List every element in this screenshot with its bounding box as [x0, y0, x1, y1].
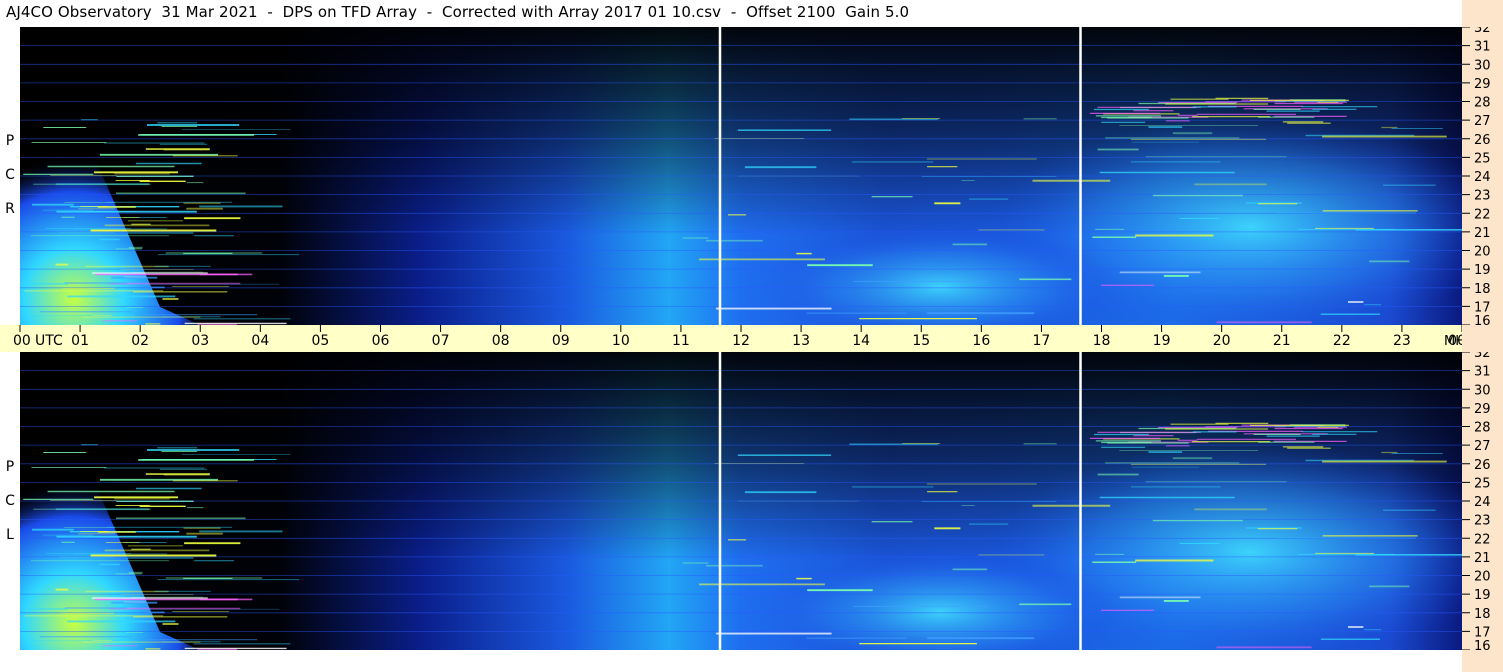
frequency-tick-label: 18: [1474, 282, 1491, 297]
frequency-tick-label: 19: [1474, 588, 1491, 603]
frequency-tick-label: 18: [1474, 607, 1491, 622]
frequency-tick-label: 26: [1474, 458, 1491, 473]
time-tick-label: 03: [191, 333, 209, 349]
time-tick-label: 14: [852, 333, 870, 349]
frequency-tick-label: 16: [1474, 314, 1491, 325]
frequency-tick-label: 25: [1474, 151, 1491, 166]
time-tick-label: 17: [1033, 333, 1051, 349]
frequency-tick-label: 20: [1474, 245, 1491, 260]
time-tick-label: 02: [131, 333, 149, 349]
frequency-tick-label: 22: [1474, 532, 1491, 547]
frequency-tick-label: 29: [1474, 402, 1491, 417]
panel-label-letter: L: [6, 527, 14, 543]
time-tick-label: 05: [312, 333, 330, 349]
frequency-tick-label: 21: [1474, 226, 1491, 241]
frequency-tick-label: 22: [1474, 207, 1491, 222]
panel-label-letter: P: [5, 459, 15, 475]
time-tick-label: 20: [1213, 333, 1231, 349]
frequency-tick-label: 29: [1474, 77, 1491, 92]
frequency-tick-label: 31: [1474, 40, 1491, 55]
panel-label-letter: R: [5, 201, 15, 217]
utc-label: UTC: [35, 333, 63, 349]
time-tick-label: 04: [251, 333, 269, 349]
panel-label-letter: C: [5, 167, 15, 183]
rcp-spectrogram-svg: [20, 27, 1462, 325]
time-tick-label: 15: [912, 333, 930, 349]
frequency-tick-label: 30: [1474, 58, 1491, 73]
frequency-tick-label: 24: [1474, 170, 1491, 185]
time-tick-label: 07: [432, 333, 450, 349]
time-tick-label: 00: [13, 333, 31, 349]
frequency-tick-label: 23: [1474, 514, 1491, 529]
time-tick-label: 11: [672, 333, 690, 349]
utc-time-axis-svg: UTC 00 01 02 03 04 05 06 07 08 09 10 11 12 13 14 15 16 17…: [13, 325, 1472, 349]
panel-label-letter: C: [5, 493, 15, 509]
time-tick-label: 13: [792, 333, 810, 349]
panel-label-letter: P: [5, 133, 15, 149]
frequency-tick-label: 20: [1474, 570, 1491, 585]
time-tick-label: 09: [552, 333, 570, 349]
rcp-frequency-axis: 1617 18 19 20 21 22 23 24 25 26 27 28 29 30 31 32: [1462, 27, 1491, 325]
frequency-tick-label: 32: [1474, 27, 1491, 36]
frequency-tick-label: 19: [1474, 263, 1491, 278]
time-tick-label: 08: [492, 333, 510, 349]
time-tick-label: 01: [71, 333, 89, 349]
rcp-spectrogram: [20, 27, 1462, 325]
time-tick-label: 12: [732, 333, 750, 349]
time-tick-label: 18: [1093, 333, 1111, 349]
time-tick-label: 10: [612, 333, 630, 349]
frequency-tick-label: 17: [1474, 625, 1491, 640]
time-tick-label: 16: [972, 333, 990, 349]
frequency-tick-label: 26: [1474, 133, 1491, 148]
utc-time-axis: UTC 00 01 02 03 04 05 06 07 08 09 10 11 12 13 14 15 16 17…: [0, 325, 1472, 352]
chart-title: AJ4CO Observatory 31 Mar 2021 - DPS on T…: [6, 3, 910, 21]
time-tick-label: 19: [1153, 333, 1171, 349]
frequency-tick-label: 30: [1474, 383, 1491, 398]
frequency-tick-label: 21: [1474, 551, 1491, 566]
time-tick-label: 22: [1333, 333, 1351, 349]
frequency-tick-label: 27: [1474, 439, 1491, 454]
time-tick-label: 23: [1393, 333, 1411, 349]
mhz-unit-label: MHz: [1444, 334, 1462, 349]
lcp-frequency-axis: 1617 18 19 20 21 22 23 24 25 26 27 28 29 30 31 32: [1462, 352, 1491, 650]
frequency-tick-label: 25: [1474, 476, 1491, 491]
frequency-tick-label: 23: [1474, 189, 1491, 204]
lcp-spectrogram: [20, 352, 1462, 650]
frequency-tick-label: 24: [1474, 495, 1491, 510]
frequency-tick-label: 28: [1474, 421, 1491, 436]
frequency-tick-label: 28: [1474, 96, 1491, 111]
frequency-tick-label: 17: [1474, 300, 1491, 315]
frequency-tick-label: 16: [1474, 639, 1491, 650]
time-tick-label: 21: [1273, 333, 1291, 349]
frequency-tick-label: 32: [1474, 352, 1491, 361]
frequency-tick-label: 27: [1474, 114, 1491, 129]
time-tick-label: 06: [372, 333, 390, 349]
frequency-tick-label: 31: [1474, 365, 1491, 380]
lcp-spectrogram-svg: [20, 352, 1462, 650]
